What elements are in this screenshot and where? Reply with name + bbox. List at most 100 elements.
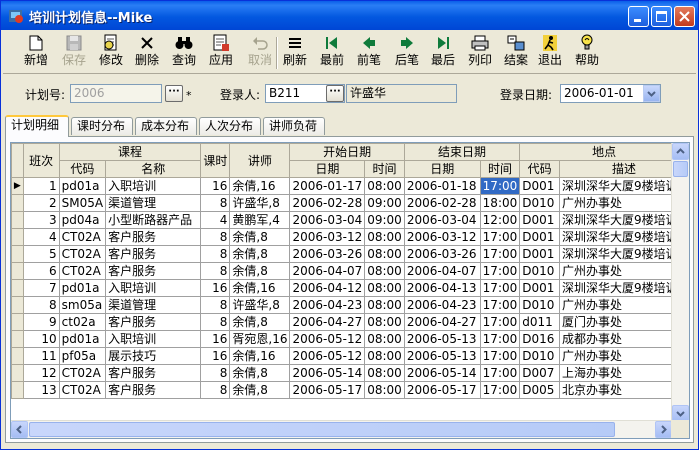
location-code-cell[interactable]: D005 bbox=[519, 381, 560, 399]
row-indicator[interactable] bbox=[11, 381, 24, 399]
minimize-button[interactable] bbox=[628, 6, 649, 27]
location-desc-cell[interactable]: 北京办事处 bbox=[558, 381, 689, 399]
row-indicator[interactable] bbox=[11, 364, 24, 382]
course-name-cell[interactable]: 渠道管理 bbox=[105, 194, 202, 212]
table-row[interactable]: 12 CT02A 客户服务 8 余倩,8 2006-05-14 08:00 2006-05-1… bbox=[11, 364, 689, 382]
lecturer-cell[interactable]: 余倩,8 bbox=[229, 313, 291, 331]
lecturer-cell[interactable]: 余倩,8 bbox=[229, 364, 291, 382]
lecturer-cell[interactable]: 余倩,16 bbox=[229, 279, 291, 297]
location-desc-cell[interactable]: 深圳深华大厦9楼培训 bbox=[558, 279, 689, 297]
header-start-time[interactable]: 时间 bbox=[364, 160, 405, 178]
tab-lecturer-load[interactable]: 讲师负荷 bbox=[263, 117, 325, 135]
row-indicator[interactable] bbox=[11, 313, 24, 331]
class-cell[interactable]: 11 bbox=[22, 347, 60, 365]
location-code-cell[interactable]: d011 bbox=[519, 313, 560, 331]
header-start-date[interactable]: 日期 bbox=[289, 160, 366, 178]
location-code-cell[interactable]: D001 bbox=[519, 279, 560, 297]
hours-cell[interactable]: 8 bbox=[200, 313, 231, 331]
course-name-cell[interactable]: 客户服务 bbox=[105, 364, 202, 382]
class-cell[interactable]: 6 bbox=[22, 262, 60, 280]
start-date-cell[interactable]: 2006-03-04 bbox=[289, 211, 366, 229]
table-row[interactable]: 6 CT02A 客户服务 8 余倩,8 2006-04-07 08:00 2006-04-07… bbox=[11, 262, 689, 280]
horizontal-scroll-thumb[interactable] bbox=[29, 422, 615, 437]
location-code-cell[interactable]: D007 bbox=[519, 364, 560, 382]
class-cell[interactable]: 3 bbox=[22, 211, 60, 229]
header-location-code[interactable]: 代码 bbox=[519, 160, 560, 178]
hours-cell[interactable]: 16 bbox=[200, 279, 231, 297]
maximize-button[interactable] bbox=[651, 6, 672, 27]
course-name-cell[interactable]: 入职培训 bbox=[105, 330, 202, 348]
end-date-cell[interactable]: 2006-04-27 bbox=[403, 313, 481, 331]
header-location[interactable]: 地点 bbox=[519, 143, 689, 161]
header-class[interactable]: 班次 bbox=[22, 143, 60, 178]
header-end-date[interactable]: 日期 bbox=[403, 160, 481, 178]
vertical-scrollbar[interactable] bbox=[671, 143, 689, 422]
lecturer-cell[interactable]: 余倩,16 bbox=[229, 347, 291, 365]
title-bar[interactable]: 培训计划信息--Mike bbox=[1, 1, 698, 30]
class-cell[interactable]: 9 bbox=[22, 313, 60, 331]
course-name-cell[interactable]: 展示技巧 bbox=[105, 347, 202, 365]
course-code-cell[interactable]: pd01a bbox=[58, 177, 107, 195]
hours-cell[interactable]: 8 bbox=[200, 364, 231, 382]
start-date-cell[interactable]: 2006-01-17 bbox=[289, 177, 366, 195]
end-date-cell[interactable]: 2006-05-13 bbox=[403, 347, 481, 365]
refresh-button[interactable]: 刷新 bbox=[279, 34, 311, 72]
row-indicator[interactable] bbox=[11, 228, 24, 246]
location-desc-cell[interactable]: 广州办事处 bbox=[558, 296, 689, 314]
table-row[interactable]: 9 ct02a 客户服务 8 余倩,8 2006-04-27 08:00 2006-04-27… bbox=[11, 313, 689, 331]
header-end[interactable]: 结束日期 bbox=[403, 143, 521, 161]
start-time-cell[interactable]: 08:00 bbox=[364, 364, 405, 382]
course-code-cell[interactable]: pf05a bbox=[58, 347, 107, 365]
hours-cell[interactable]: 8 bbox=[200, 228, 231, 246]
help-button[interactable]: 帮助 bbox=[571, 34, 603, 72]
start-date-cell[interactable]: 2006-03-26 bbox=[289, 245, 366, 263]
location-code-cell[interactable]: D016 bbox=[519, 330, 560, 348]
lecturer-cell[interactable]: 余倩,8 bbox=[229, 262, 291, 280]
start-time-cell[interactable]: 08:00 bbox=[364, 279, 405, 297]
class-cell[interactable]: 8 bbox=[22, 296, 60, 314]
lecturer-cell[interactable]: 许盛华,8 bbox=[229, 194, 291, 212]
location-code-cell[interactable]: D010 bbox=[519, 347, 560, 365]
end-time-cell[interactable]: 17:00 bbox=[479, 364, 521, 382]
plan-grid[interactable]: 班次 课程 课时 讲师 开始日期 结束日期 地点 代码 名称 日期 时间 日期 bbox=[10, 142, 690, 439]
table-row[interactable]: 13 CT02A 客户服务 8 余倩,8 2006-05-17 08:00 2006-05-1… bbox=[11, 381, 689, 399]
horizontal-scrollbar[interactable] bbox=[11, 420, 672, 438]
end-date-cell[interactable]: 2006-04-07 bbox=[403, 262, 481, 280]
course-code-cell[interactable]: CT02A bbox=[58, 228, 107, 246]
save-button[interactable]: 保存 bbox=[58, 34, 90, 72]
location-code-cell[interactable]: D010 bbox=[519, 194, 560, 212]
class-cell[interactable]: 7 bbox=[22, 279, 60, 297]
course-code-cell[interactable]: SM05A bbox=[58, 194, 107, 212]
header-end-time[interactable]: 时间 bbox=[479, 160, 521, 178]
course-name-cell[interactable]: 客户服务 bbox=[105, 245, 202, 263]
tab-hours-distribution[interactable]: 课时分布 bbox=[71, 117, 133, 135]
table-row[interactable]: 11 pf05a 展示技巧 16 余倩,16 2006-05-12 08:00 2006-05… bbox=[11, 347, 689, 365]
current-row-indicator[interactable]: ▶ bbox=[11, 177, 24, 195]
start-date-cell[interactable]: 2006-02-28 bbox=[289, 194, 366, 212]
row-indicator[interactable] bbox=[11, 262, 24, 280]
start-time-cell[interactable]: 08:00 bbox=[364, 296, 405, 314]
start-date-cell[interactable]: 2006-04-07 bbox=[289, 262, 366, 280]
course-name-cell[interactable]: 客户服务 bbox=[105, 262, 202, 280]
scroll-right-button[interactable] bbox=[655, 421, 672, 438]
hours-cell[interactable]: 8 bbox=[200, 245, 231, 263]
lecturer-cell[interactable]: 余倩,8 bbox=[229, 245, 291, 263]
apply-button[interactable]: 应用 bbox=[205, 34, 237, 72]
end-time-cell[interactable]: 17:00 bbox=[479, 245, 521, 263]
hours-cell[interactable]: 8 bbox=[200, 194, 231, 212]
start-date-cell[interactable]: 2006-04-27 bbox=[289, 313, 366, 331]
course-name-cell[interactable]: 渠道管理 bbox=[105, 296, 202, 314]
end-time-cell[interactable]: 17:00 bbox=[479, 330, 521, 348]
location-desc-cell[interactable]: 上海办事处 bbox=[558, 364, 689, 382]
delete-button[interactable]: 删除 bbox=[131, 34, 163, 72]
end-time-cell[interactable]: 18:00 bbox=[479, 194, 521, 212]
start-date-cell[interactable]: 2006-05-17 bbox=[289, 381, 366, 399]
next-button[interactable]: 后笔 bbox=[391, 34, 423, 72]
end-date-cell[interactable]: 2006-05-14 bbox=[403, 364, 481, 382]
start-date-cell[interactable]: 2006-05-12 bbox=[289, 330, 366, 348]
course-name-cell[interactable]: 客户服务 bbox=[105, 313, 202, 331]
start-time-cell[interactable]: 08:00 bbox=[364, 313, 405, 331]
class-cell[interactable]: 1 bbox=[22, 177, 60, 195]
scroll-up-button[interactable] bbox=[672, 143, 689, 160]
header-course-name[interactable]: 名称 bbox=[105, 160, 202, 178]
